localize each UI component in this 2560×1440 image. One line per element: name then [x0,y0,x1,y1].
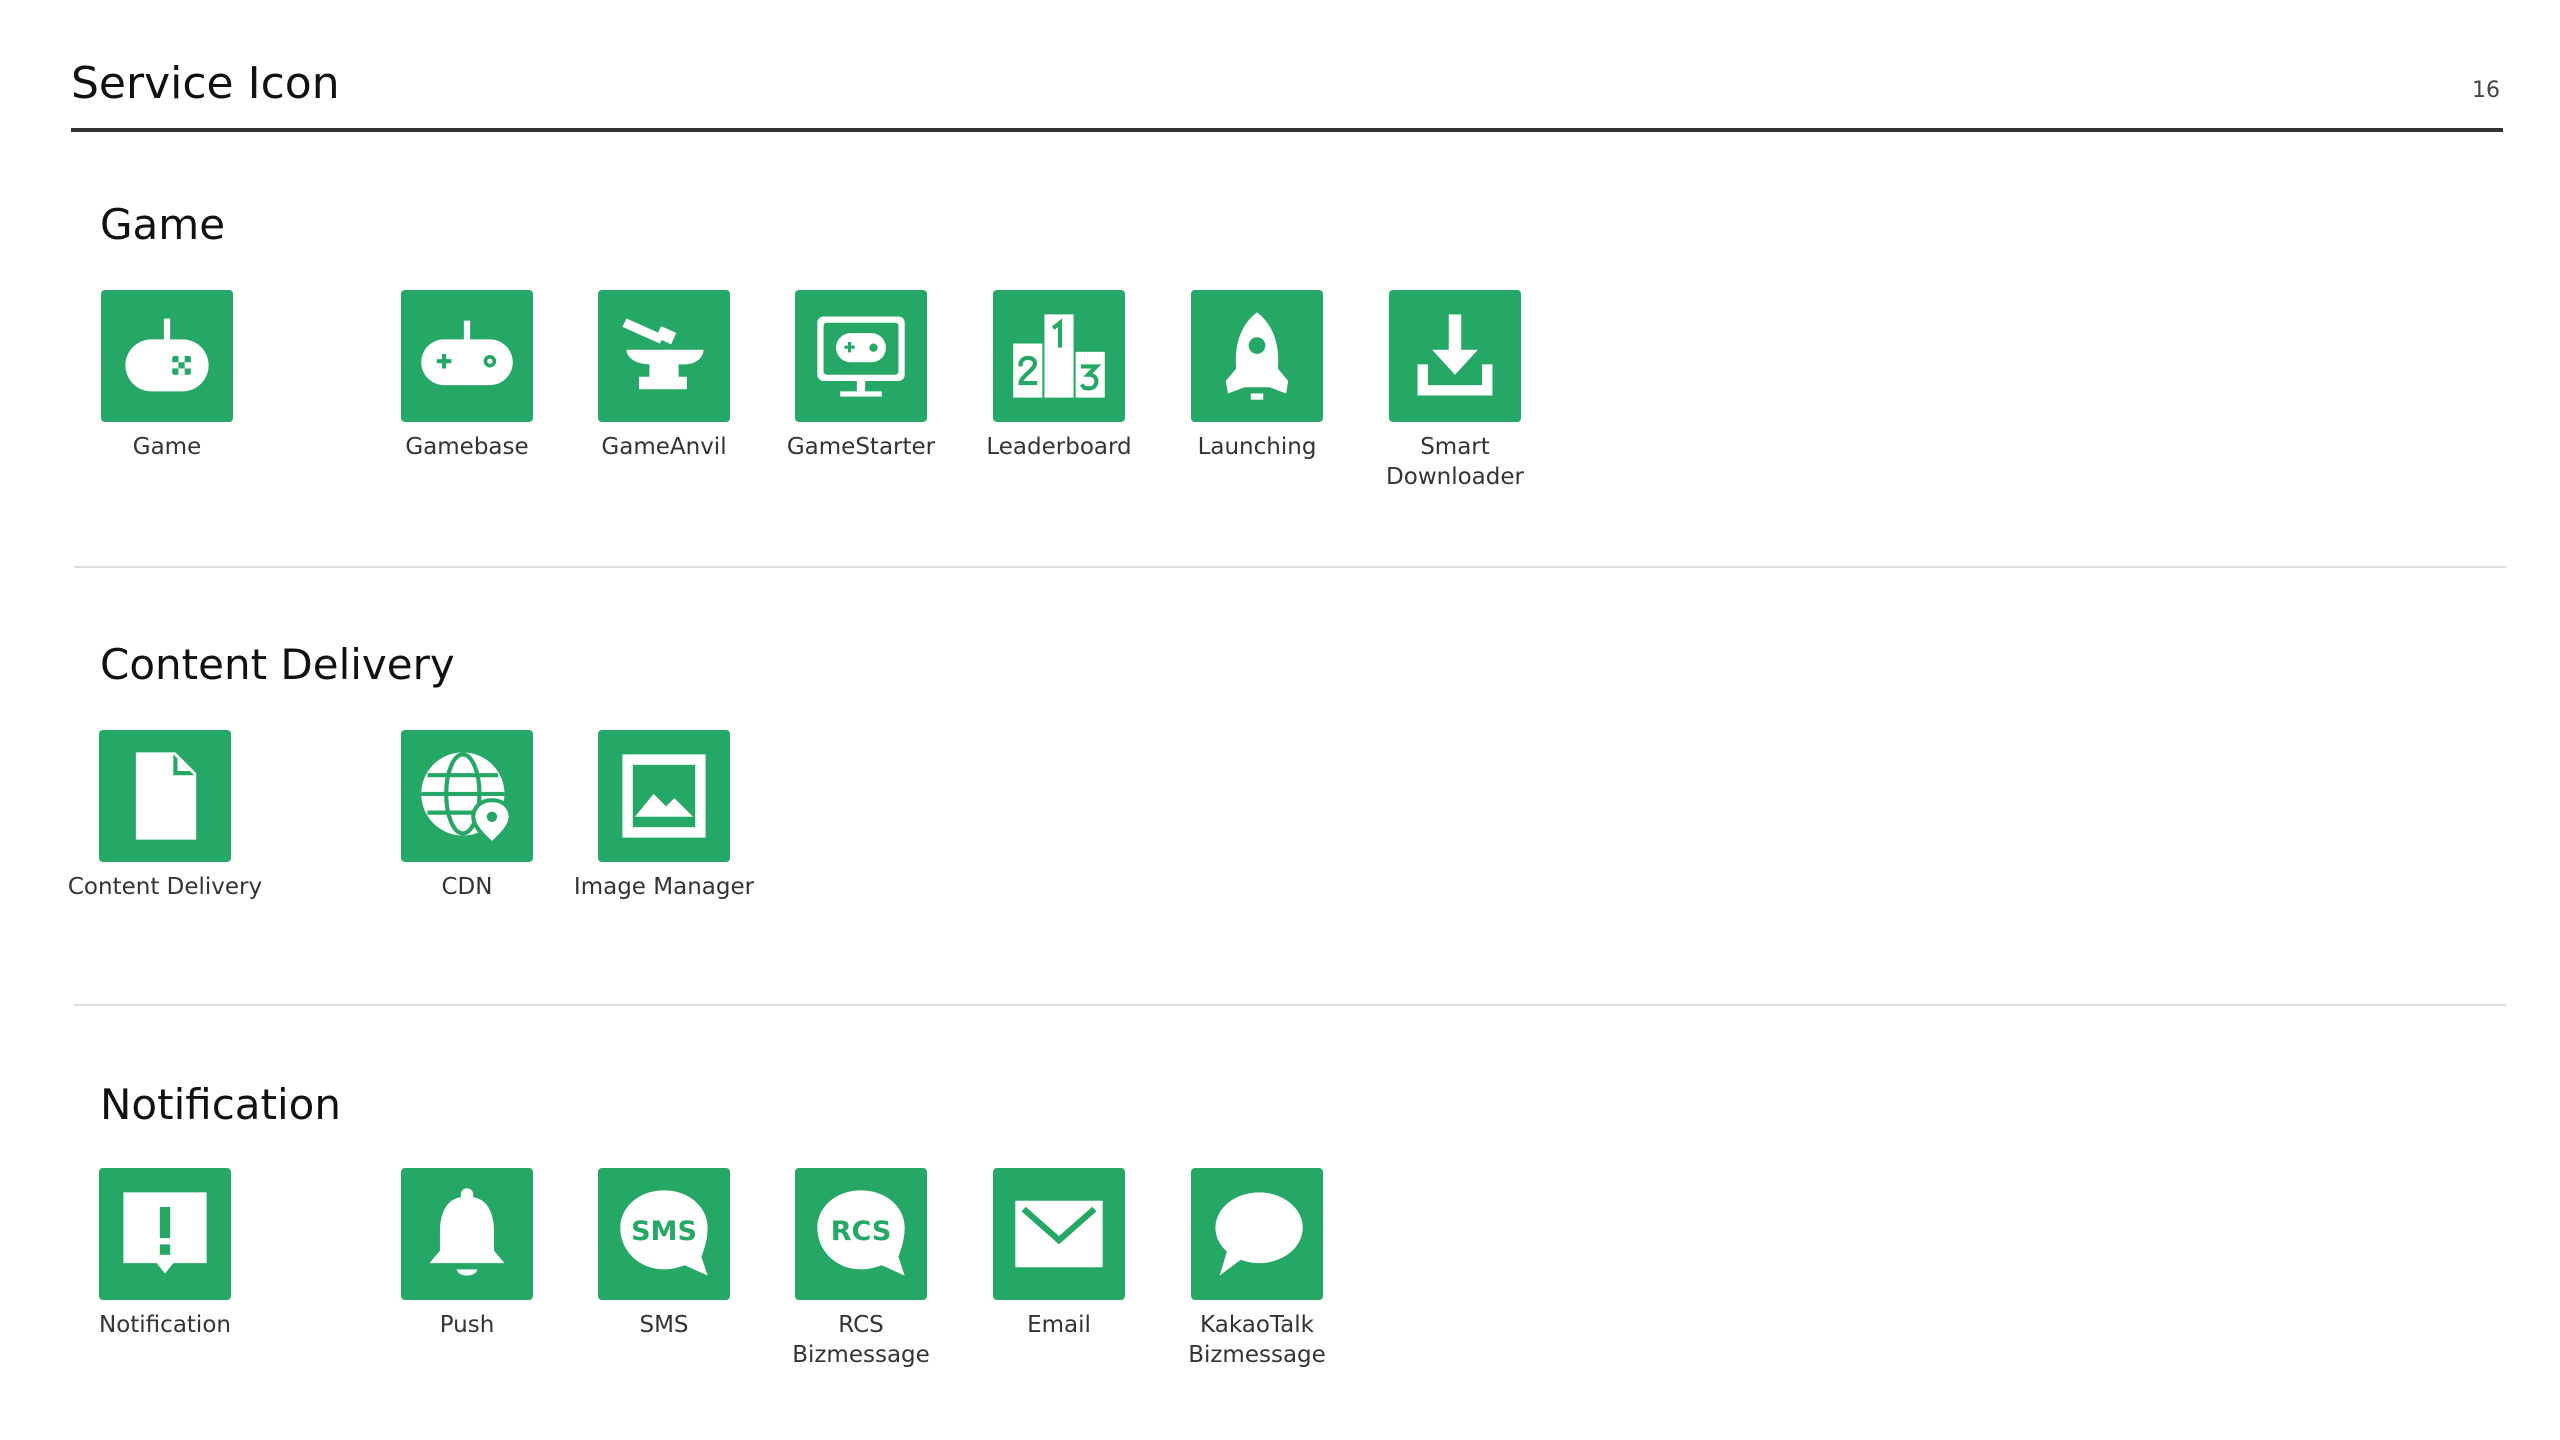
sms-bubble-icon: SMS [598,1168,730,1300]
rcs-bubble-icon: RCS [795,1168,927,1300]
bell-icon [401,1168,533,1300]
image-icon [598,730,730,862]
download-icon [1389,290,1521,422]
service-tile-smart-downloader[interactable]: Smart Downloader [1325,290,1585,492]
anvil-hammer-icon [598,290,730,422]
service-tile-kakaotalk-bizmessage[interactable]: KakaoTalk Bizmessage [1127,1168,1387,1370]
service-tile-image-manager[interactable]: Image Manager [534,730,794,902]
service-label: Game [132,434,202,460]
podium-icon [993,290,1125,422]
service-tile-content-delivery[interactable]: Content Delivery [35,730,295,902]
section-title-notification: Notification [100,1080,341,1129]
title-divider [71,128,2503,132]
chat-bubble-icon [1191,1168,1323,1300]
rocket-icon [1191,290,1323,422]
rcs-glyph: RCS [831,1216,892,1247]
service-label: Content Delivery [67,874,263,900]
page-title: Service Icon [71,58,340,109]
globe-pin-icon [401,730,533,862]
section-divider [74,1004,2506,1006]
page-number: 16 [2472,78,2500,103]
game-monitor-icon [795,290,927,422]
service-tile-game[interactable]: Game [37,290,297,462]
document-icon [99,730,231,862]
sms-glyph: SMS [631,1216,697,1247]
section-divider [74,566,2506,568]
service-label: Image Manager [573,874,755,900]
service-label: Smart Downloader [1386,434,1524,490]
service-label: KakaoTalk Bizmessage [1188,1312,1326,1368]
envelope-icon [993,1168,1125,1300]
gamebase-controller-icon [401,290,533,422]
section-title-game: Game [100,200,226,249]
alert-message-icon [99,1168,231,1300]
gamepad-icon [101,290,233,422]
section-title-content-delivery: Content Delivery [100,640,455,689]
service-label: Notification [99,1312,231,1338]
service-tile-notification[interactable]: Notification [35,1168,295,1340]
